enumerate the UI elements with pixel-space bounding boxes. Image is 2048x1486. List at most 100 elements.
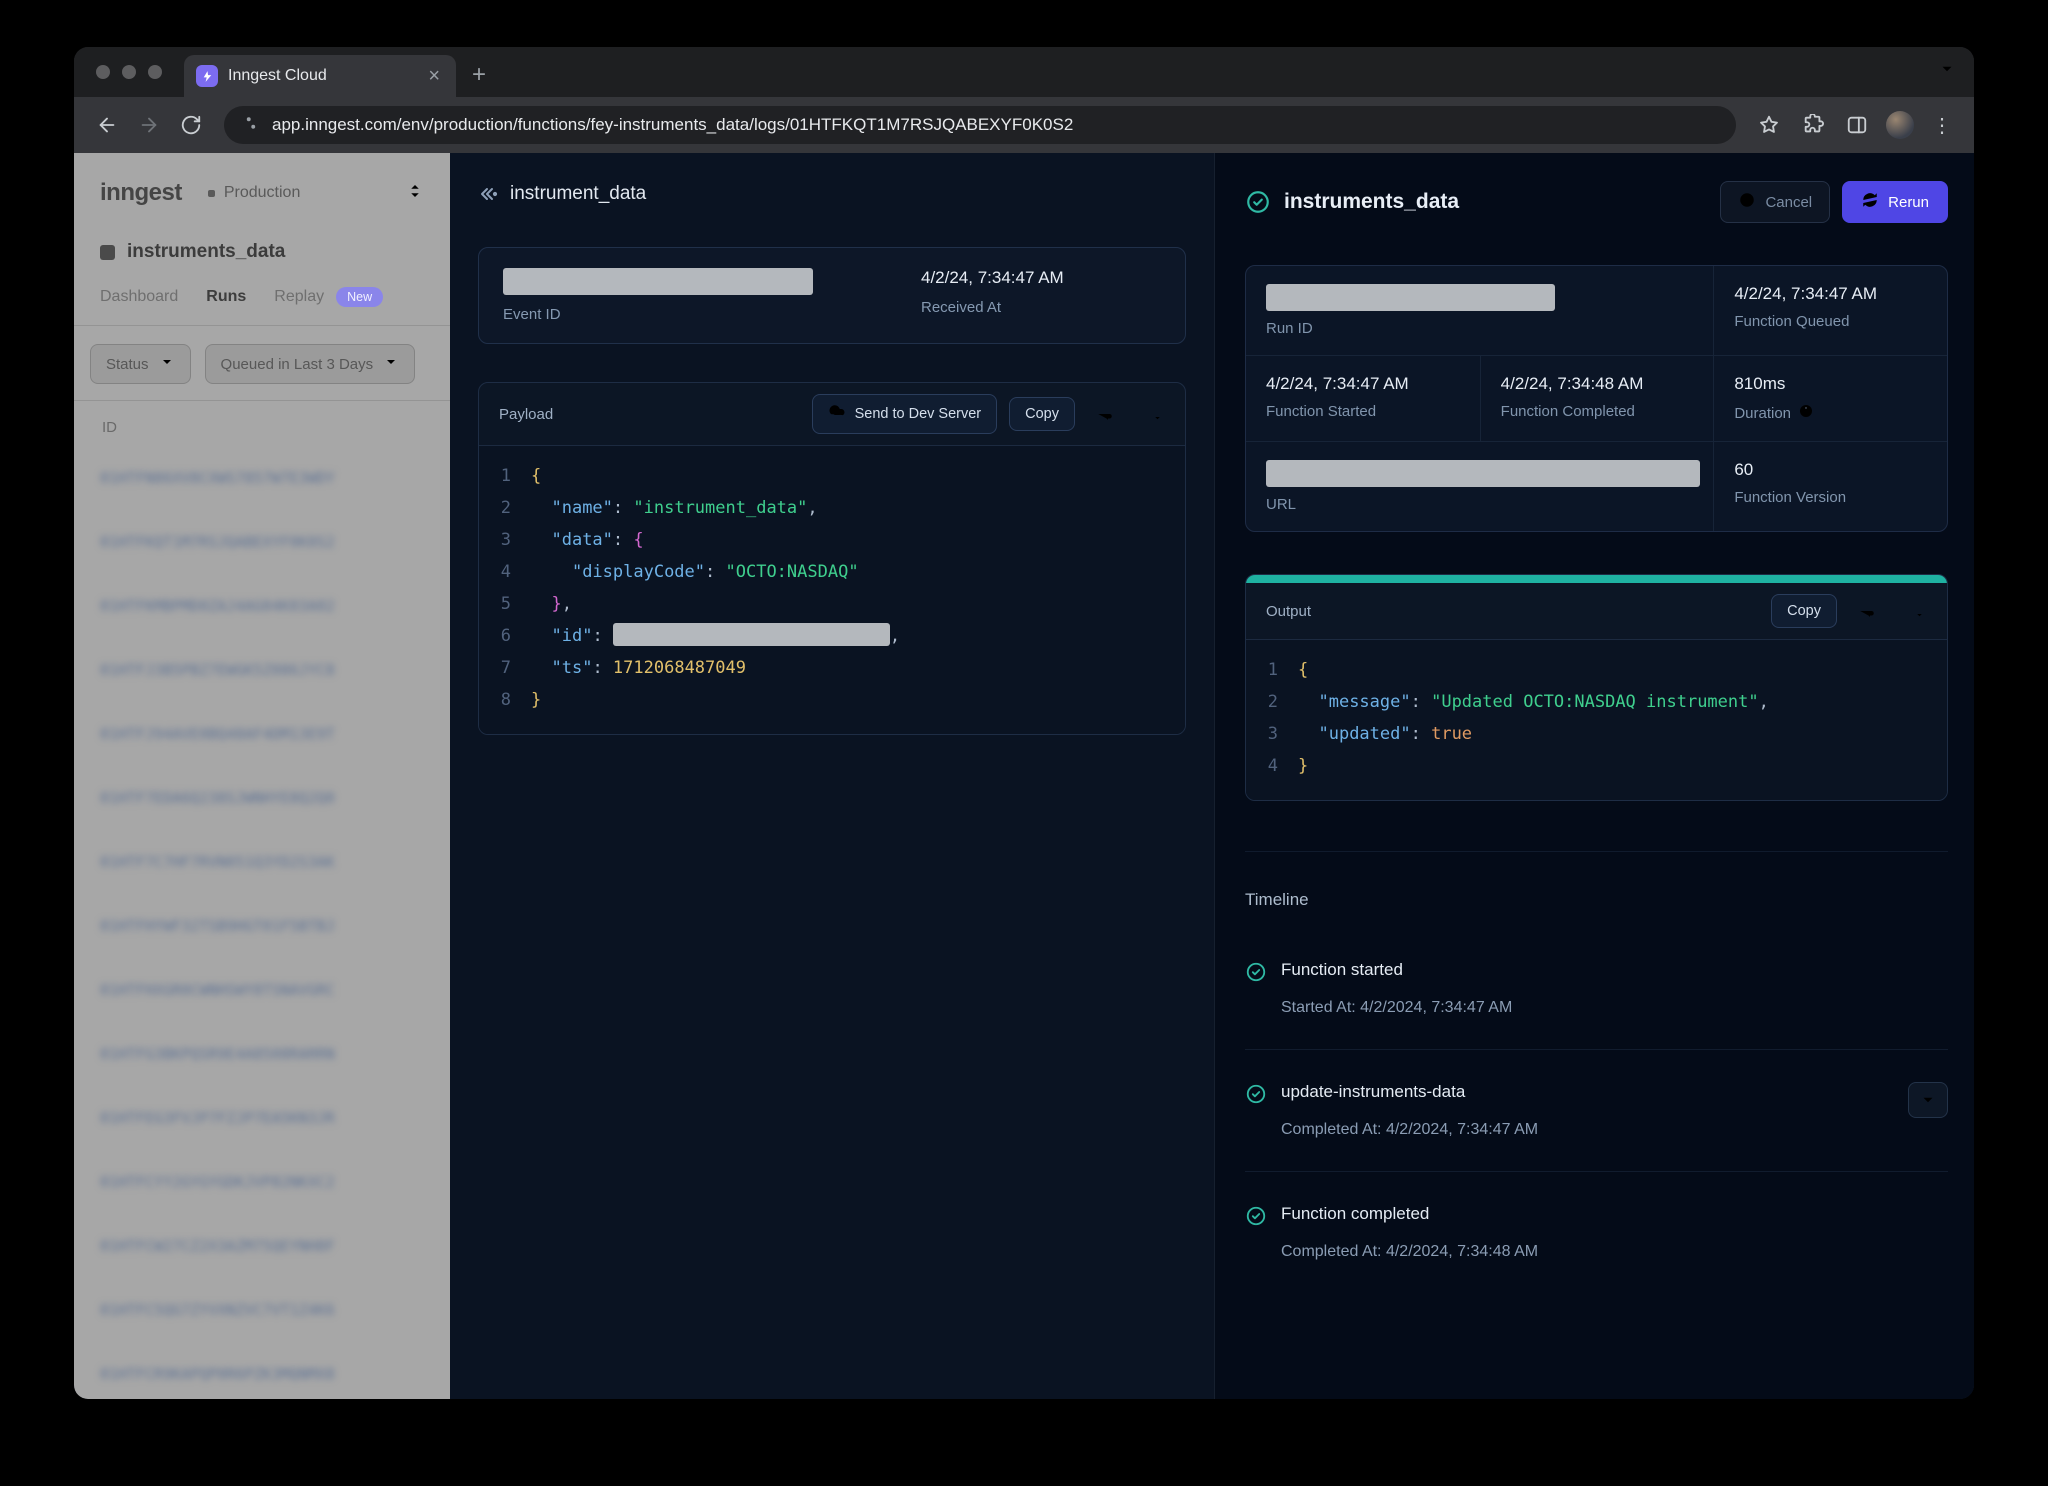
environment-status-dot	[208, 190, 215, 197]
tab-dashboard[interactable]: Dashboard	[100, 288, 178, 306]
tab-close-icon[interactable]: ×	[424, 64, 444, 88]
run-id-item[interactable]: 01HTFC5QG7ZYVXNZVC7VT1Z4K6	[74, 1278, 450, 1342]
send-to-dev-server-button[interactable]: Send to Dev Server	[812, 394, 998, 434]
event-id-label: Event ID	[503, 306, 921, 323]
sidebar-function-name: instruments_data	[127, 241, 285, 263]
side-panel-icon[interactable]	[1838, 106, 1876, 144]
run-id-cell: Run ID	[1246, 266, 1713, 355]
url-bar[interactable]: app.inngest.com/env/production/functions…	[224, 106, 1736, 144]
tab-strip: Inngest Cloud × +	[74, 47, 1974, 97]
run-id-item[interactable]: 01HTFEG3FVJP7FZJP7EA5KN3JR	[74, 1086, 450, 1150]
run-id-item[interactable]: 01HTFKMBPMD0ZAJ4AG04K03A02	[74, 574, 450, 638]
browser-tab[interactable]: Inngest Cloud ×	[184, 55, 456, 97]
browser-toolbar: app.inngest.com/env/production/functions…	[74, 97, 1974, 153]
copy-output-button[interactable]: Copy	[1771, 594, 1837, 628]
timeline-item: Function started Started At: 4/2/2024, 7…	[1245, 928, 1948, 1049]
toolbar-right: ⋮	[1750, 106, 1960, 144]
function-started-label: Function Started	[1266, 403, 1460, 420]
close-window-button[interactable]	[96, 65, 110, 79]
function-version-cell: 60 Function Version	[1713, 441, 1947, 531]
run-id-item[interactable]: 01HTFCW27CZ2X3AZM75QEYNH8F	[74, 1214, 450, 1278]
timeline-item: Function completed Completed At: 4/2/202…	[1245, 1171, 1948, 1293]
site-settings-icon[interactable]	[242, 114, 260, 137]
time-filter[interactable]: Queued in Last 3 Days	[205, 344, 416, 384]
duration-value: 810ms	[1734, 374, 1927, 394]
run-id-list: 01HTFN86XV8CXWS7857W7E3WDY01HTFKQT1M7RSJ…	[74, 446, 450, 1399]
payload-card-header: Payload Send to Dev Server Copy	[479, 383, 1185, 445]
chevron-down-icon	[159, 354, 175, 374]
event-title: instrument_data	[510, 183, 646, 205]
run-id-item[interactable]: 01HTF7C7HF7RVN051Q3YD2S3AK	[74, 830, 450, 894]
run-id-item[interactable]: 01HTFCR9KAPQP0R6PZK3MQNMX8	[74, 1342, 450, 1399]
rerun-button[interactable]: Rerun	[1842, 181, 1948, 223]
function-completed-value: 4/2/24, 7:34:48 AM	[1501, 374, 1694, 394]
window-controls	[74, 47, 184, 97]
tab-replay[interactable]: Replay	[274, 288, 324, 306]
reload-button[interactable]	[172, 106, 210, 144]
event-panel: instrument_data Event ID 4/2/24, 7:34:47…	[450, 153, 1214, 1399]
time-filter-label: Queued in Last 3 Days	[221, 356, 374, 373]
function-version-label: Function Version	[1734, 489, 1927, 506]
output-card-header: Output Copy	[1246, 583, 1947, 639]
function-queued-cell: 4/2/24, 7:34:47 AM Function Queued	[1713, 266, 1947, 355]
timeline-item: update-instruments-data Completed At: 4/…	[1245, 1049, 1948, 1171]
rerun-label: Rerun	[1888, 194, 1929, 211]
function-queued-label: Function Queued	[1734, 313, 1927, 330]
timeline-item-subtitle: Completed At: 4/2/2024, 7:34:47 AM	[1281, 1121, 1894, 1139]
back-button[interactable]	[88, 106, 126, 144]
wrap-text-button[interactable]	[1849, 594, 1885, 628]
output-title: Output	[1260, 603, 1311, 620]
function-completed-label: Function Completed	[1501, 403, 1694, 420]
run-id-item[interactable]: 01HTFN86XV8CXWS7857W7E3WDY	[74, 446, 450, 510]
section-divider	[1245, 851, 1948, 852]
environment-name: Production	[224, 184, 301, 202]
tab-title: Inngest Cloud	[228, 67, 414, 85]
browser-window: Inngest Cloud × + app.inngest.com/env/pr…	[74, 47, 1974, 1399]
environment-selector[interactable]: Production	[208, 182, 424, 205]
copy-payload-button[interactable]: Copy	[1009, 397, 1075, 431]
step-success-check-icon	[1245, 1205, 1267, 1227]
run-id-item[interactable]: 01HTFJ3B5PBZ7EWGK5Z086JYC8	[74, 638, 450, 702]
step-success-check-icon	[1245, 1083, 1267, 1105]
run-id-item[interactable]: 01HTFHXGR0CWNHSWY8TSNAVGRC	[74, 958, 450, 1022]
expand-lines-button[interactable]	[1135, 397, 1171, 431]
expand-lines-button[interactable]	[1897, 594, 1933, 628]
run-id-item[interactable]: 01HTFKQT1M7RSJQABEXYF0K0S2	[74, 510, 450, 574]
chevron-down-icon	[383, 354, 399, 374]
forward-button[interactable]	[130, 106, 168, 144]
output-code: 1{2 "message": "Updated OCTO:NASDAQ inst…	[1246, 639, 1947, 800]
redacted-value	[613, 623, 890, 646]
info-icon[interactable]	[1798, 403, 1814, 423]
sidebar-function-row: instruments_data	[74, 207, 450, 263]
success-check-icon	[1245, 189, 1271, 215]
new-tab-button[interactable]: +	[472, 61, 486, 89]
run-id-item[interactable]: 01HTF7EDA6Q238SJWNHYE8Q2Q0	[74, 766, 450, 830]
event-icon	[478, 184, 498, 204]
zoom-window-button[interactable]	[148, 65, 162, 79]
event-id-card: Event ID 4/2/24, 7:34:47 AM Received At	[478, 247, 1186, 344]
browser-menu-icon[interactable]: ⋮	[1924, 113, 1960, 138]
run-panel: instruments_data Cancel Rerun Run ID	[1214, 153, 1974, 1399]
copy-output-label: Copy	[1787, 603, 1821, 619]
function-completed-cell: 4/2/24, 7:34:48 AM Function Completed	[1480, 355, 1714, 441]
run-id-item[interactable]: 01HTFCYY2GYGYGDKJVP82NKXC2	[74, 1150, 450, 1214]
duration-label: Duration	[1734, 405, 1791, 422]
run-id-item[interactable]: 01HTFJ94AVE0BQ48AF4DM13E9T	[74, 702, 450, 766]
cancel-icon	[1738, 191, 1756, 213]
run-id-item[interactable]: 01HTFG3BKPQSR9E4A8508RARRN	[74, 1022, 450, 1086]
payload-card: Payload Send to Dev Server Copy	[478, 382, 1186, 735]
run-id-item[interactable]: 01HTFHYWF32TSB9HGT01F5BTBJ	[74, 894, 450, 958]
bookmark-star-icon[interactable]	[1750, 106, 1788, 144]
tab-search-chevron-icon[interactable]	[1938, 60, 1956, 83]
tab-runs[interactable]: Runs	[206, 288, 246, 306]
cancel-button[interactable]: Cancel	[1720, 181, 1830, 223]
expand-step-button[interactable]	[1908, 1082, 1948, 1118]
run-id-label: Run ID	[1266, 320, 1693, 337]
timeline-item-title: Function started	[1281, 960, 1948, 980]
status-filter[interactable]: Status	[90, 344, 191, 384]
avatar[interactable]	[1886, 111, 1914, 139]
wrap-text-button[interactable]	[1087, 397, 1123, 431]
extensions-icon[interactable]	[1794, 106, 1832, 144]
minimize-window-button[interactable]	[122, 65, 136, 79]
timeline-heading: Timeline	[1245, 890, 1948, 910]
